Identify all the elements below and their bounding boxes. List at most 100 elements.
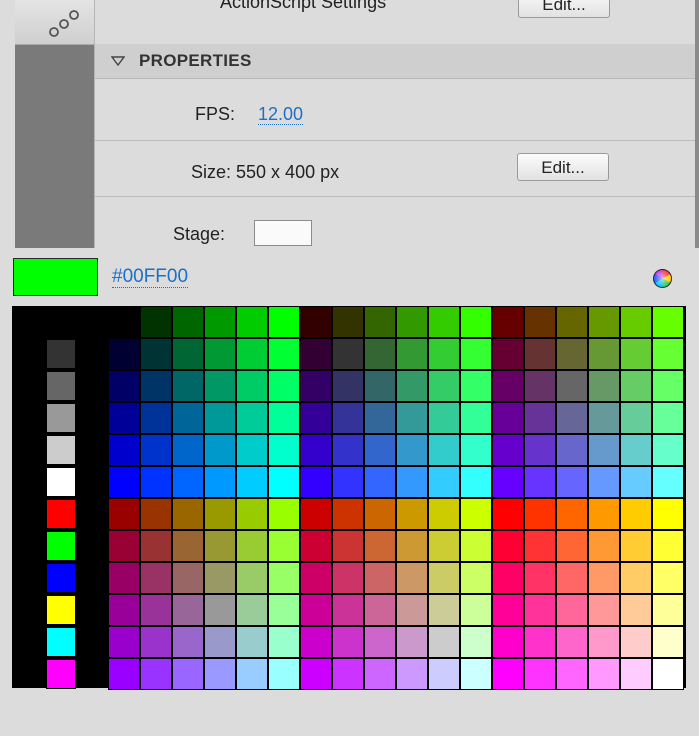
color-swatch[interactable] xyxy=(524,530,556,562)
color-swatch[interactable] xyxy=(524,306,556,338)
color-swatch[interactable] xyxy=(556,658,588,690)
color-swatch[interactable] xyxy=(140,658,172,690)
color-swatch[interactable] xyxy=(460,594,492,626)
color-swatch[interactable] xyxy=(588,626,620,658)
color-swatch[interactable] xyxy=(492,626,524,658)
color-swatch[interactable] xyxy=(172,338,204,370)
color-swatch[interactable] xyxy=(300,370,332,402)
color-swatch[interactable] xyxy=(588,338,620,370)
color-swatch[interactable] xyxy=(268,306,300,338)
color-swatch[interactable] xyxy=(140,402,172,434)
color-swatch[interactable] xyxy=(460,530,492,562)
color-swatch[interactable] xyxy=(204,498,236,530)
color-swatch[interactable] xyxy=(620,370,652,402)
color-swatch[interactable] xyxy=(492,594,524,626)
color-swatch[interactable] xyxy=(236,594,268,626)
color-swatch[interactable] xyxy=(268,370,300,402)
color-swatch[interactable] xyxy=(236,434,268,466)
color-swatch[interactable] xyxy=(140,434,172,466)
color-swatch[interactable] xyxy=(332,594,364,626)
color-swatch[interactable] xyxy=(236,306,268,338)
color-swatch[interactable] xyxy=(108,338,140,370)
color-swatch[interactable] xyxy=(652,338,684,370)
color-swatch[interactable] xyxy=(588,498,620,530)
color-swatch[interactable] xyxy=(46,563,76,593)
color-swatch[interactable] xyxy=(268,338,300,370)
hex-color-value[interactable]: #00FF00 xyxy=(112,266,189,288)
color-swatch[interactable] xyxy=(620,306,652,338)
color-swatch[interactable] xyxy=(396,434,428,466)
color-swatch[interactable] xyxy=(332,626,364,658)
color-swatch[interactable] xyxy=(428,594,460,626)
color-swatch[interactable] xyxy=(204,626,236,658)
color-swatch[interactable] xyxy=(620,658,652,690)
color-swatch[interactable] xyxy=(300,594,332,626)
color-swatch[interactable] xyxy=(556,338,588,370)
color-swatch[interactable] xyxy=(108,530,140,562)
color-swatch[interactable] xyxy=(300,658,332,690)
color-swatch[interactable] xyxy=(364,402,396,434)
color-swatch[interactable] xyxy=(108,498,140,530)
color-swatch[interactable] xyxy=(460,338,492,370)
color-swatch[interactable] xyxy=(108,402,140,434)
color-swatch[interactable] xyxy=(300,434,332,466)
color-swatch[interactable] xyxy=(108,466,140,498)
color-swatch[interactable] xyxy=(396,658,428,690)
color-swatch[interactable] xyxy=(652,658,684,690)
color-swatch[interactable] xyxy=(460,562,492,594)
color-swatch[interactable] xyxy=(268,658,300,690)
color-swatch[interactable] xyxy=(332,562,364,594)
color-swatch[interactable] xyxy=(396,626,428,658)
color-swatch[interactable] xyxy=(364,338,396,370)
color-swatch[interactable] xyxy=(652,466,684,498)
color-swatch[interactable] xyxy=(588,402,620,434)
color-swatch[interactable] xyxy=(140,626,172,658)
color-swatch[interactable] xyxy=(396,594,428,626)
color-swatch[interactable] xyxy=(396,466,428,498)
color-swatch[interactable] xyxy=(556,594,588,626)
color-swatch[interactable] xyxy=(364,498,396,530)
color-swatch[interactable] xyxy=(172,498,204,530)
color-swatch[interactable] xyxy=(46,371,76,401)
color-swatch[interactable] xyxy=(332,498,364,530)
color-swatch[interactable] xyxy=(236,498,268,530)
color-swatch[interactable] xyxy=(300,530,332,562)
color-swatch[interactable] xyxy=(556,370,588,402)
color-swatch[interactable] xyxy=(492,498,524,530)
color-swatch[interactable] xyxy=(588,434,620,466)
color-swatch[interactable] xyxy=(204,562,236,594)
color-swatch[interactable] xyxy=(236,562,268,594)
color-swatch[interactable] xyxy=(332,306,364,338)
color-swatch[interactable] xyxy=(460,626,492,658)
color-swatch[interactable] xyxy=(204,402,236,434)
color-swatch[interactable] xyxy=(108,434,140,466)
color-swatch[interactable] xyxy=(588,594,620,626)
color-swatch[interactable] xyxy=(172,402,204,434)
color-swatch[interactable] xyxy=(556,306,588,338)
color-swatch[interactable] xyxy=(364,466,396,498)
color-swatch[interactable] xyxy=(204,594,236,626)
color-swatch[interactable] xyxy=(204,338,236,370)
color-swatch[interactable] xyxy=(460,498,492,530)
color-swatch[interactable] xyxy=(140,594,172,626)
color-swatch[interactable] xyxy=(140,562,172,594)
color-swatch[interactable] xyxy=(492,338,524,370)
color-swatch[interactable] xyxy=(332,530,364,562)
color-swatch[interactable] xyxy=(140,466,172,498)
color-swatch[interactable] xyxy=(332,402,364,434)
color-swatch[interactable] xyxy=(172,658,204,690)
color-swatch[interactable] xyxy=(300,498,332,530)
color-swatch[interactable] xyxy=(268,466,300,498)
color-swatch[interactable] xyxy=(204,306,236,338)
color-swatch[interactable] xyxy=(492,530,524,562)
size-edit-button[interactable]: Edit... xyxy=(517,153,609,181)
color-swatch[interactable] xyxy=(524,370,556,402)
color-swatch[interactable] xyxy=(300,626,332,658)
color-swatch[interactable] xyxy=(268,594,300,626)
color-swatch[interactable] xyxy=(332,370,364,402)
color-swatch[interactable] xyxy=(300,306,332,338)
color-swatch[interactable] xyxy=(428,466,460,498)
color-swatch[interactable] xyxy=(172,306,204,338)
stage-color-swatch[interactable] xyxy=(254,220,312,246)
color-swatch[interactable] xyxy=(524,626,556,658)
